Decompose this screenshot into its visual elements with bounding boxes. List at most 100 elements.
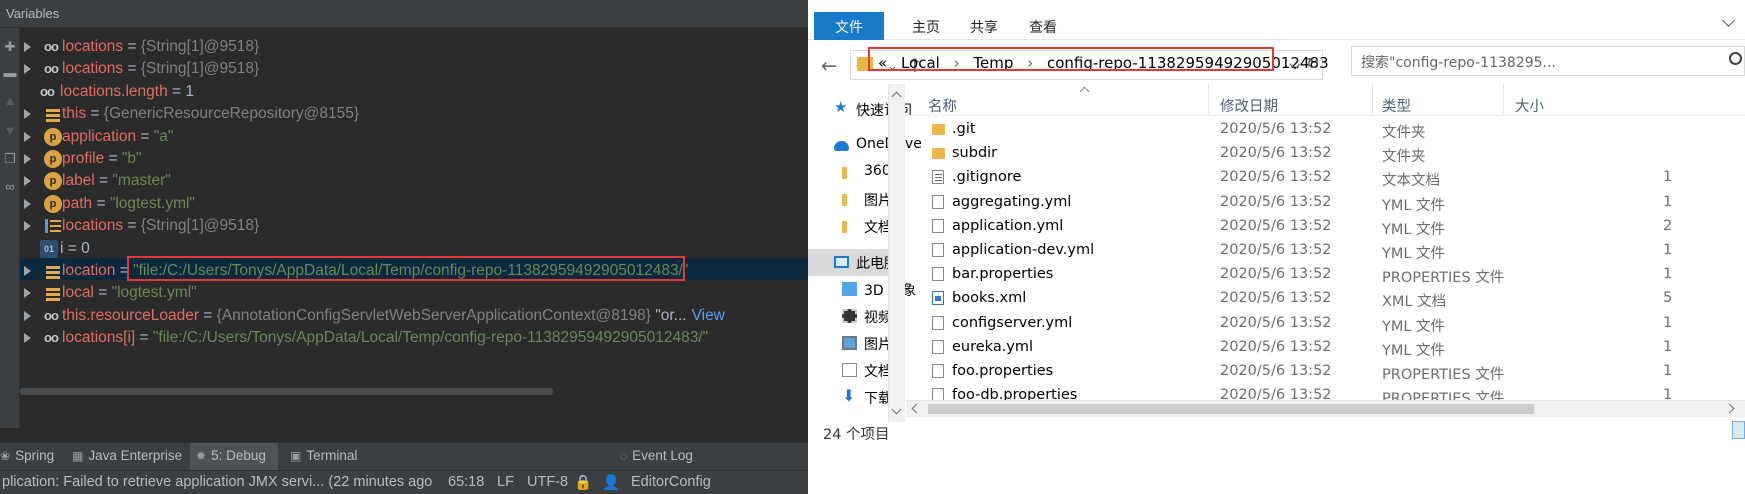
ribbon-tab-file[interactable]: 文件 [814, 12, 884, 40]
variable-row[interactable]: oo locations = {String[1]@9518} [20, 34, 808, 56]
copy-icon[interactable]: ❐ [3, 152, 17, 166]
file-row[interactable]: application.yml 2020/5/6 13:52 YML 文件 2 [906, 212, 1745, 239]
ribbon-expand-icon[interactable] [1722, 14, 1735, 27]
line-separator[interactable]: LF [497, 474, 514, 490]
nav-item[interactable]: ⬇ 下载 [808, 384, 892, 411]
status-message[interactable]: plication: Failed to retrieve applicatio… [2, 474, 432, 490]
file-list-horizontal-scrollbar[interactable] [906, 400, 1745, 417]
expand-arrow-icon[interactable] [24, 109, 31, 120]
file-row[interactable]: configserver.yml 2020/5/6 13:52 YML 文件 1 [906, 309, 1745, 336]
variable-row[interactable]: p profile = "b" [20, 146, 808, 168]
scroll-down-icon[interactable] [891, 404, 902, 415]
file-name: .git [952, 121, 976, 137]
file-row[interactable]: bar.properties 2020/5/6 13:52 PROPERTIES 文… [906, 260, 1745, 287]
file-row[interactable]: .gitignore 2020/5/6 13:52 文本文档 1 [906, 163, 1745, 190]
variable-value: 1 [185, 82, 195, 100]
file-row[interactable]: books.xml 2020/5/6 13:52 XML 文档 5 [906, 284, 1745, 311]
nav-item[interactable]: ★ 快速访问 [808, 96, 912, 123]
add-watch-icon[interactable]: ✚ [3, 40, 17, 54]
file-row[interactable]: eureka.yml 2020/5/6 13:52 YML 文件 1 [906, 333, 1745, 360]
file-icon [932, 194, 944, 209]
variable-row[interactable]: p application = "a" [20, 124, 808, 146]
tool-tab[interactable]: ▦ Java Enterprise [72, 448, 182, 463]
nav-item[interactable]: 图片 [808, 186, 892, 213]
editor-config[interactable]: EditorConfig [631, 474, 711, 490]
inspector-icon[interactable]: 👤 [602, 474, 620, 491]
column-name[interactable]: 名称 [928, 95, 957, 116]
variable-row[interactable]: oo locations[i] = "file:/C:/Users/Tonys/A… [20, 325, 808, 347]
ribbon-tab-view[interactable]: 查看 [1029, 12, 1057, 40]
refresh-icon[interactable]: ↻ [1306, 54, 1319, 73]
scroll-up-icon[interactable] [891, 91, 902, 102]
expand-arrow-icon[interactable] [24, 176, 31, 187]
file-row[interactable]: foo.properties 2020/5/6 13:52 PROPERTIES 文… [906, 357, 1745, 384]
expand-arrow-icon[interactable] [24, 265, 31, 276]
expand-arrow-icon[interactable] [24, 288, 31, 299]
debug-toolbar: ✚ ▬ ▲ ▼ ❐ ∞ [0, 28, 20, 428]
variable-row[interactable]: oo locations = {String[1]@9518} [20, 56, 808, 78]
tool-tab[interactable]: ❀ Spring [0, 448, 54, 463]
details-view-icon[interactable] [1732, 421, 1745, 439]
param-icon: p [44, 172, 62, 191]
nav-item[interactable]: 图片 [808, 330, 892, 357]
variables-horizontal-scrollbar[interactable] [20, 388, 553, 395]
scroll-right-icon[interactable] [1724, 403, 1735, 414]
variable-name: locations [62, 38, 124, 55]
file-row[interactable]: .git 2020/5/6 13:52 文件夹 [906, 115, 1745, 142]
watches-toggle-icon[interactable]: ∞ [3, 180, 17, 194]
nav-item[interactable]: 视频 [808, 303, 892, 330]
sort-ascending-icon [1079, 86, 1090, 97]
move-down-icon[interactable]: ▼ [3, 124, 17, 138]
file-row[interactable]: aggregating.yml 2020/5/6 13:52 YML 文件 1 [906, 188, 1745, 215]
column-date[interactable]: 修改日期 [1220, 95, 1278, 116]
view-link[interactable]: View [692, 307, 725, 324]
caret-position[interactable]: 65:18 [448, 474, 484, 490]
ribbon-tab-share[interactable]: 共享 [970, 12, 998, 40]
nav-item[interactable]: 此电脑 [808, 249, 898, 276]
search-input[interactable]: 搜索"config-repo-1138295... [1351, 46, 1745, 76]
variable-row[interactable]: local = "logtest.yml" [20, 280, 808, 302]
nav-item[interactable]: 文档 [808, 357, 892, 384]
variable-value: "logtest.yml" [111, 284, 197, 302]
column-size[interactable]: 大小 [1515, 95, 1544, 116]
variable-text: profile = "b" [62, 149, 142, 168]
variable-row[interactable]: location = "file:/C:/Users/Tonys/AppData… [20, 255, 808, 281]
variable-row[interactable]: p label = "master" [20, 168, 808, 191]
column-type[interactable]: 类型 [1382, 95, 1411, 116]
navigation-scrollbar[interactable] [888, 84, 905, 422]
variable-row[interactable]: locations = {String[1]@9518} [20, 213, 808, 235]
expand-arrow-icon[interactable] [24, 310, 31, 321]
nav-item[interactable]: OneDrive [808, 132, 922, 159]
expand-arrow-icon[interactable] [24, 333, 31, 344]
expand-arrow-icon[interactable] [24, 131, 31, 142]
back-arrow-icon[interactable]: ← [821, 55, 837, 77]
file-encoding[interactable]: UTF-8 [527, 474, 568, 490]
tool-tab[interactable]: ◌ Event Log [620, 448, 693, 463]
expand-arrow-icon[interactable] [24, 198, 31, 209]
remove-watch-icon[interactable]: ▬ [3, 66, 17, 80]
file-row[interactable]: subdir 2020/5/6 13:52 文件夹 [906, 139, 1745, 166]
variable-row[interactable]: this = {GenericResourceRepository@8155} [20, 101, 808, 123]
tool-tab[interactable]: ✹ 5: Debug [190, 443, 278, 471]
nav-item[interactable]: 360 [808, 159, 891, 186]
variable-row[interactable]: oo this.resourceLoader = {AnnotationConfi… [20, 303, 808, 325]
variable-row[interactable]: oo locations.length = 1 [20, 79, 808, 101]
file-size: 1 [1663, 314, 1673, 331]
expand-arrow-icon[interactable] [24, 221, 31, 232]
tool-tab[interactable]: ▣ Terminal [290, 448, 357, 463]
variable-row[interactable]: p path = "logtest.yml" [20, 191, 808, 213]
variable-row[interactable]: 01 i = 0 [20, 236, 808, 258]
lock-icon[interactable]: 🔒 [574, 474, 592, 491]
ribbon-tab-home[interactable]: 主页 [912, 12, 940, 40]
expand-arrow-icon[interactable] [24, 64, 31, 75]
expand-arrow-icon[interactable] [24, 42, 31, 52]
expand-arrow-icon[interactable] [24, 153, 31, 164]
file-row[interactable]: application-dev.yml 2020/5/6 13:52 YML 文件 1 [906, 236, 1745, 263]
terminal-icon: ▣ [290, 449, 302, 463]
scroll-thumb[interactable] [928, 404, 1534, 414]
move-up-icon[interactable]: ▲ [3, 94, 17, 108]
scroll-left-icon[interactable] [911, 403, 922, 414]
nav-item[interactable]: 3D 对象 [808, 276, 916, 303]
search-icon[interactable] [1729, 52, 1742, 65]
nav-item[interactable]: 文档 [808, 213, 892, 240]
